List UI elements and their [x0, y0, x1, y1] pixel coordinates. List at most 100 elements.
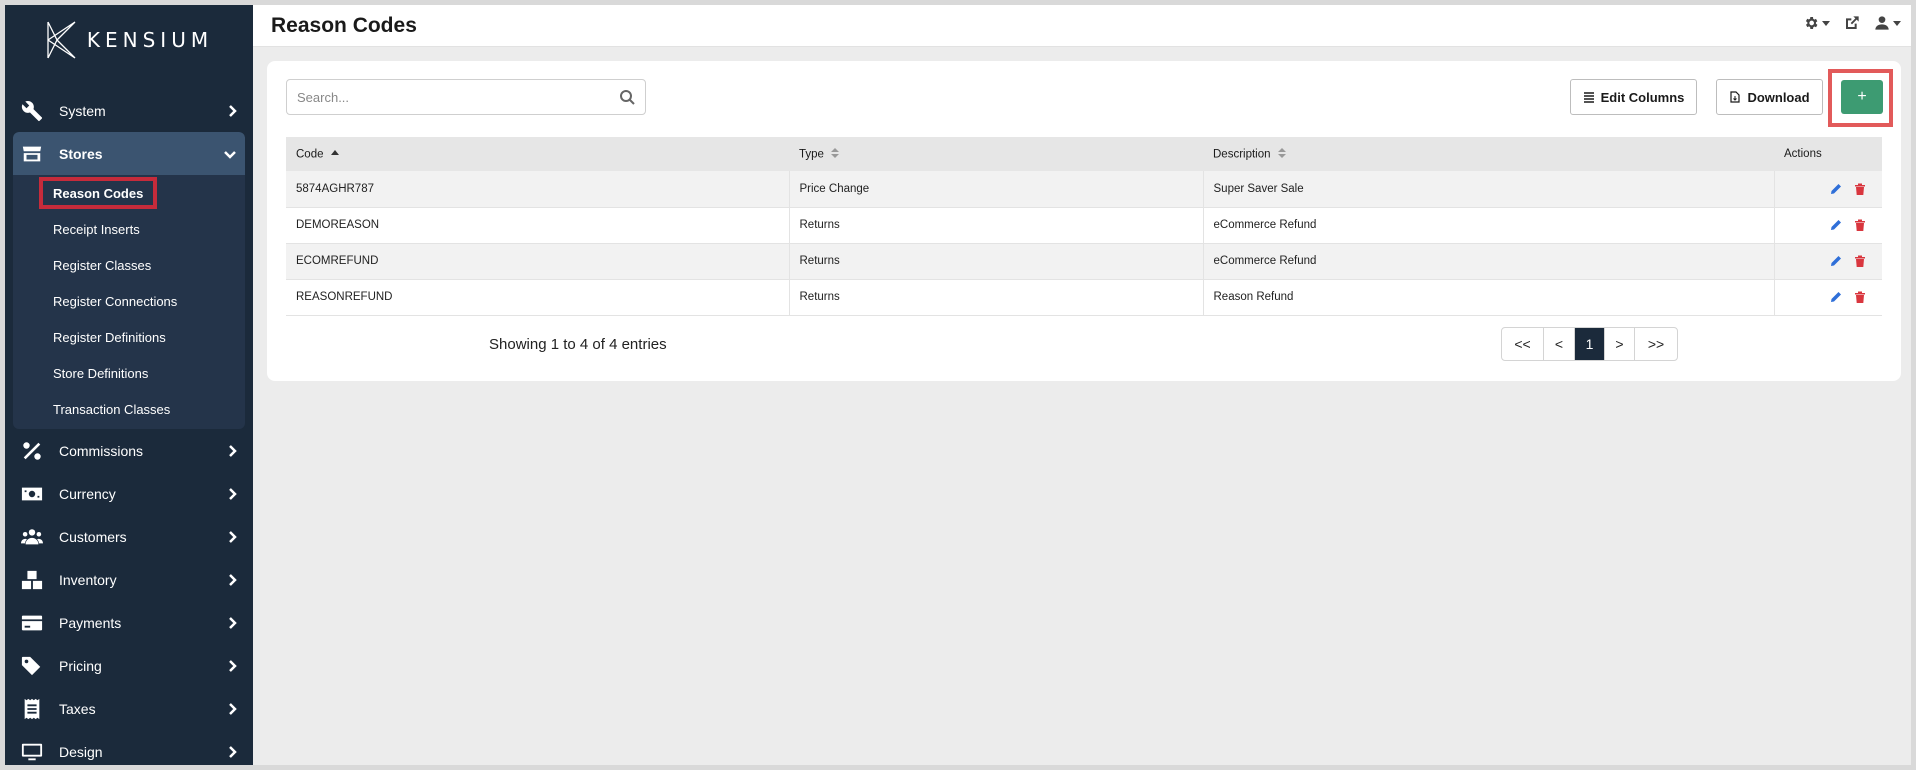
pagination-next-button[interactable]: >: [1605, 328, 1635, 360]
sidebar-item-label: System: [59, 102, 106, 119]
chevron-right-icon: [225, 702, 239, 716]
pagination-prev-button[interactable]: <: [1544, 328, 1575, 360]
sidebar-item-commissions[interactable]: Commissions: [5, 429, 253, 472]
cell-code: ECOMREFUND: [286, 243, 790, 280]
pagination-page-button[interactable]: 1: [1575, 328, 1605, 360]
gear-icon: [1805, 17, 1818, 29]
pagination-first-button[interactable]: <<: [1502, 328, 1544, 360]
sidebar-subitem-register-connections[interactable]: Register Connections: [13, 283, 245, 319]
cell-type: Returns: [789, 243, 1204, 280]
column-header-type[interactable]: Type: [789, 137, 1203, 171]
edit-pencil-icon[interactable]: [1830, 291, 1842, 303]
chevron-right-icon: [225, 487, 239, 501]
sidebar-item-pricing[interactable]: Pricing: [5, 644, 253, 687]
list-icon: [1583, 92, 1594, 103]
download-label: Download: [1747, 89, 1810, 105]
sidebar-subitem-label: Register Definitions: [53, 330, 166, 345]
delete-trash-icon[interactable]: [1854, 183, 1866, 195]
sidebar-item-payments[interactable]: Payments: [5, 601, 253, 644]
sort-icon: [1277, 147, 1286, 161]
chevron-right-icon: [225, 616, 239, 630]
table-header-row: Code Type Description Actions: [286, 137, 1882, 171]
cell-code: REASONREFUND: [286, 279, 790, 316]
sidebar-subitem-transaction-classes[interactable]: Transaction Classes: [13, 391, 245, 427]
table-row[interactable]: 5874AGHR787 Price Change Super Saver Sal…: [286, 171, 1882, 208]
cell-actions: [1774, 243, 1882, 280]
edit-pencil-icon[interactable]: [1830, 219, 1842, 231]
sidebar-subitem-label: Register Connections: [53, 294, 178, 309]
user-menu-dropdown[interactable]: [1874, 15, 1901, 31]
page-header: Reason Codes: [253, 5, 1911, 47]
download-button[interactable]: Download: [1716, 79, 1823, 115]
chevron-down-icon: [1822, 20, 1830, 26]
cell-type: Price Change: [789, 171, 1204, 208]
sidebar-item-design[interactable]: Design: [5, 730, 253, 765]
table-row[interactable]: DEMOREASON Returns eCommerce Refund: [286, 207, 1882, 244]
sidebar-subitem-store-definitions[interactable]: Store Definitions: [13, 355, 245, 391]
column-header-code[interactable]: Code: [286, 137, 789, 171]
boxes-icon: [21, 569, 43, 591]
brand-logo-text: KENSIUM: [86, 28, 214, 52]
column-header-label: Description: [1213, 148, 1271, 161]
chevron-down-icon: [223, 147, 237, 161]
delete-trash-icon[interactable]: [1854, 255, 1866, 267]
sidebar-subitem-register-definitions[interactable]: Register Definitions: [13, 319, 245, 355]
sidebar-item-currency[interactable]: Currency: [5, 472, 253, 515]
add-button[interactable]: +: [1841, 80, 1883, 114]
table-row[interactable]: ECOMREFUND Returns eCommerce Refund: [286, 243, 1882, 280]
money-icon: [21, 483, 43, 505]
sidebar-subitem-reason-codes[interactable]: Reason Codes: [13, 175, 245, 211]
delete-trash-icon[interactable]: [1854, 219, 1866, 231]
stores-submenu: Reason Codes Receipt Inserts Register Cl…: [13, 175, 245, 429]
sidebar-item-inventory[interactable]: Inventory: [5, 558, 253, 601]
settings-dropdown[interactable]: [1803, 15, 1830, 31]
reason-codes-table: Code Type Description Actions 5874AGHR78…: [286, 137, 1882, 316]
sidebar-item-label: Inventory: [59, 571, 117, 588]
wrench-icon: [21, 100, 43, 122]
search-input[interactable]: [287, 81, 619, 113]
cell-description: eCommerce Refund: [1203, 207, 1775, 244]
reason-codes-card: Edit Columns Download + Code Type Descri…: [267, 61, 1901, 381]
sidebar-item-label: Pricing: [59, 657, 102, 674]
entries-info: Showing 1 to 4 of 4 entries: [489, 336, 667, 353]
edit-pencil-icon[interactable]: [1830, 255, 1842, 267]
delete-trash-icon[interactable]: [1854, 291, 1866, 303]
search-field: [286, 79, 646, 115]
edit-columns-button[interactable]: Edit Columns: [1570, 79, 1697, 115]
chevron-right-icon: [225, 573, 239, 587]
edit-pencil-icon[interactable]: [1830, 183, 1842, 195]
sidebar-item-taxes[interactable]: Taxes: [5, 687, 253, 730]
sidebar-subitem-label: Transaction Classes: [53, 402, 171, 417]
sidebar-subitem-register-classes[interactable]: Register Classes: [13, 247, 245, 283]
cell-actions: [1774, 207, 1882, 244]
chevron-right-icon: [225, 444, 239, 458]
sidebar-group-stores: Stores Reason Codes Receipt Inserts Regi…: [13, 132, 245, 429]
open-external-button[interactable]: [1844, 15, 1860, 31]
cell-actions: [1774, 279, 1882, 316]
column-header-description[interactable]: Description: [1203, 137, 1774, 171]
cell-actions: [1774, 171, 1882, 208]
sidebar: KENSIUM System Stores Reason Codes Recei…: [5, 5, 253, 765]
table-row[interactable]: REASONREFUND Returns Reason Refund: [286, 279, 1882, 316]
pagination: << < 1 > >>: [1501, 327, 1678, 361]
cell-code: 5874AGHR787: [286, 171, 790, 208]
brand-logo[interactable]: KENSIUM: [5, 5, 253, 75]
page-title: Reason Codes: [271, 13, 417, 37]
chevron-right-icon: [225, 104, 239, 118]
chevron-down-icon: [1893, 20, 1901, 26]
pagination-last-button[interactable]: >>: [1635, 328, 1677, 360]
sidebar-item-label: Stores: [59, 145, 103, 162]
sidebar-subitem-receipt-inserts[interactable]: Receipt Inserts: [13, 211, 245, 247]
sidebar-item-label: Taxes: [59, 700, 96, 717]
sidebar-item-customers[interactable]: Customers: [5, 515, 253, 558]
tags-icon: [21, 655, 43, 677]
sidebar-subitem-label: Reason Codes: [39, 177, 158, 209]
sidebar-subitem-label: Store Definitions: [53, 366, 149, 381]
chevron-right-icon: [225, 659, 239, 673]
sidebar-item-system[interactable]: System: [5, 89, 253, 132]
sidebar-item-stores[interactable]: Stores: [13, 132, 245, 175]
cell-type: Returns: [789, 207, 1204, 244]
chevron-right-icon: [225, 745, 239, 759]
search-icon[interactable]: [619, 89, 635, 105]
edit-columns-label: Edit Columns: [1600, 89, 1685, 105]
